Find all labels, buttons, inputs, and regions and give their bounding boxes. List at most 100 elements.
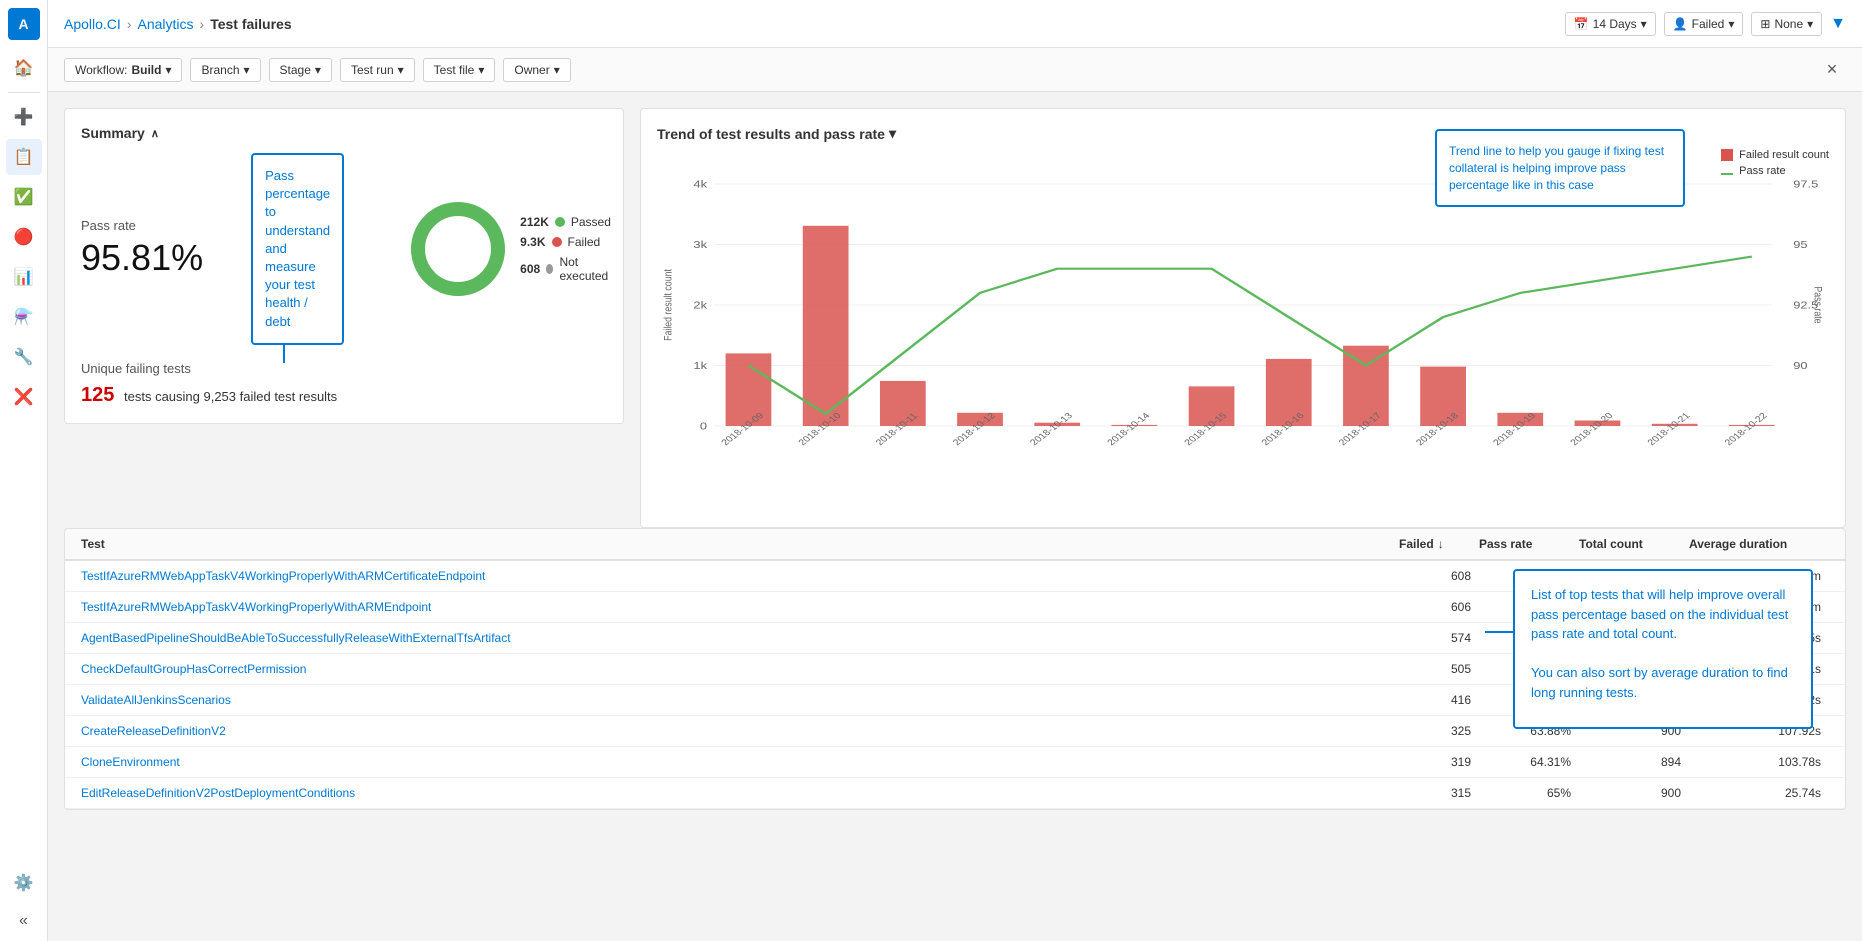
svg-text:2018-10-14: 2018-10-14 bbox=[1105, 411, 1153, 448]
not-executed-count: 608 bbox=[520, 262, 540, 276]
failed-cell: 606 bbox=[1399, 600, 1479, 614]
sidebar-divider bbox=[8, 92, 40, 93]
filterbar: Workflow: Build ▾ Branch ▾ Stage ▾ Test … bbox=[48, 48, 1862, 92]
svg-text:97.5: 97.5 bbox=[1793, 180, 1818, 190]
owner-label: Owner bbox=[514, 63, 549, 77]
legend-failed-label: Failed result count bbox=[1739, 149, 1829, 161]
test-name-cell[interactable]: CheckDefaultGroupHasCorrectPermission bbox=[81, 662, 1399, 676]
main-content: Summary ∧ Pass rate 95.81% Pass percenta… bbox=[48, 92, 1862, 941]
col-passrate-header[interactable]: Pass rate bbox=[1479, 537, 1579, 551]
unique-failing-count: 125 tests causing 9,253 failed test resu… bbox=[81, 384, 607, 407]
chart-dropdown-icon[interactable]: ▾ bbox=[889, 125, 896, 142]
legend-pass-color bbox=[1721, 173, 1733, 175]
failed-cell: 608 bbox=[1399, 569, 1479, 583]
pass-rate-label: Pass rate bbox=[81, 218, 203, 233]
branch-label: Branch bbox=[201, 63, 239, 77]
failed-filter-btn[interactable]: 👤 Failed ▾ bbox=[1664, 12, 1744, 36]
svg-text:Failed result count: Failed result count bbox=[662, 269, 674, 341]
unique-failing-section: Unique failing tests 125 tests causing 9… bbox=[81, 361, 607, 407]
sidebar-item-lab[interactable]: ⚗️ bbox=[6, 299, 42, 335]
branch-filter[interactable]: Branch ▾ bbox=[190, 58, 260, 82]
summary-panel: Summary ∧ Pass rate 95.81% Pass percenta… bbox=[64, 108, 624, 424]
passrate-cell: 65% bbox=[1479, 786, 1579, 800]
app-logo[interactable]: A bbox=[8, 8, 40, 40]
sidebar-item-tests[interactable]: ✅ bbox=[6, 179, 42, 215]
not-executed-dot bbox=[546, 264, 553, 274]
testfile-label: Test file bbox=[434, 63, 475, 77]
breadcrumb-app[interactable]: Apollo.CI bbox=[64, 16, 121, 32]
svg-text:2018-10-21: 2018-10-21 bbox=[1645, 411, 1692, 447]
test-name-cell[interactable]: CloneEnvironment bbox=[81, 755, 1399, 769]
sidebar-item-collapse[interactable]: « bbox=[6, 903, 42, 939]
svg-text:Pass rate: Pass rate bbox=[1811, 286, 1823, 323]
left-panel: Summary ∧ Pass rate 95.81% Pass percenta… bbox=[64, 108, 624, 528]
test-name-cell[interactable]: EditReleaseDefinitionV2PostDeploymentCon… bbox=[81, 786, 1399, 800]
donut-legend: 212K Passed 9.3K Failed 608 bbox=[520, 215, 611, 283]
passed-dot bbox=[555, 217, 565, 227]
sidebar: A 🏠 ➕ 📋 ✅ 🔴 📊 ⚗️ 🔧 ❌ ⚙️ « bbox=[0, 0, 48, 941]
breadcrumb-section[interactable]: Analytics bbox=[137, 16, 193, 32]
chevron-down-icon2: ▾ bbox=[1728, 17, 1734, 31]
passed-label: Passed bbox=[571, 215, 611, 229]
stage-filter[interactable]: Stage ▾ bbox=[269, 58, 332, 82]
sidebar-item-close[interactable]: ❌ bbox=[6, 379, 42, 415]
failed-cell: 574 bbox=[1399, 631, 1479, 645]
not-executed-label: Not executed bbox=[559, 255, 610, 283]
legend-failed-color bbox=[1721, 149, 1733, 161]
sidebar-item-analytics[interactable]: 📊 bbox=[6, 259, 42, 295]
pass-rate-section: Pass rate 95.81% Pass percentage to unde… bbox=[81, 153, 607, 345]
passrate-cell: 64.31% bbox=[1479, 755, 1579, 769]
summary-header[interactable]: Summary ∧ bbox=[81, 125, 607, 141]
testrun-label: Test run bbox=[351, 63, 394, 77]
testrun-filter[interactable]: Test run ▾ bbox=[340, 58, 415, 82]
chart-title-text: Trend of test results and pass rate bbox=[657, 126, 885, 142]
col-avg-header[interactable]: Average duration bbox=[1689, 537, 1829, 551]
chevron-branch: ▾ bbox=[244, 63, 250, 77]
trend-callout: Trend line to help you gauge if fixing t… bbox=[1435, 129, 1685, 207]
test-name-cell[interactable]: TestIfAzureRMWebAppTaskV4WorkingProperly… bbox=[81, 600, 1399, 614]
none-filter-btn[interactable]: ⊞ None ▾ bbox=[1751, 12, 1822, 36]
donut-chart bbox=[408, 199, 508, 299]
total-cell: 900 bbox=[1579, 786, 1689, 800]
test-name-cell[interactable]: ValidateAllJenkinsScenarios bbox=[81, 693, 1399, 707]
owner-filter[interactable]: Owner ▾ bbox=[503, 58, 570, 82]
test-name-cell[interactable]: TestIfAzureRMWebAppTaskV4WorkingProperly… bbox=[81, 569, 1399, 583]
chart-panel: Trend of test results and pass rate ▾ Fa… bbox=[640, 108, 1846, 528]
failed-cell: 315 bbox=[1399, 786, 1479, 800]
chevron-stage: ▾ bbox=[315, 63, 321, 77]
failed-cell: 416 bbox=[1399, 693, 1479, 707]
total-cell: 894 bbox=[1579, 755, 1689, 769]
sidebar-item-pipelines[interactable]: 🔴 bbox=[6, 219, 42, 255]
col-total-header[interactable]: Total count bbox=[1579, 537, 1689, 551]
failed-count: 9.3K bbox=[520, 235, 545, 249]
table-header: Test Failed ↓ Pass rate Total count Aver… bbox=[65, 529, 1845, 561]
test-name-cell[interactable]: CreateReleaseDefinitionV2 bbox=[81, 724, 1399, 738]
top-row: Summary ∧ Pass rate 95.81% Pass percenta… bbox=[64, 108, 1846, 528]
testfile-filter[interactable]: Test file ▾ bbox=[423, 58, 496, 82]
bottom-callout-text1: List of top tests that will help improve… bbox=[1531, 585, 1795, 644]
svg-text:1k: 1k bbox=[693, 361, 707, 371]
pass-rate-value: 95.81% bbox=[81, 237, 203, 279]
trend-chart-svg: 4k 3k 2k 1k 0 97.5 95 92.5 90 Failed res… bbox=[657, 162, 1829, 492]
col-failed-header[interactable]: Failed ↓ bbox=[1399, 537, 1479, 551]
table-row: EditReleaseDefinitionV2PostDeploymentCon… bbox=[65, 778, 1845, 809]
failed-cell: 319 bbox=[1399, 755, 1479, 769]
test-name-cell[interactable]: AgentBasedPipelineShouldBeAbleToSuccessf… bbox=[81, 631, 1399, 645]
right-panel: Trend of test results and pass rate ▾ Fa… bbox=[640, 108, 1846, 528]
sidebar-item-boards[interactable]: 📋 bbox=[6, 139, 42, 175]
close-filterbar-btn[interactable]: × bbox=[1818, 56, 1846, 84]
sidebar-item-settings2[interactable]: 🔧 bbox=[6, 339, 42, 375]
svg-text:0: 0 bbox=[700, 422, 707, 432]
workflow-filter[interactable]: Workflow: Build ▾ bbox=[64, 58, 182, 82]
filter-icon[interactable]: ▼ bbox=[1830, 15, 1846, 33]
sidebar-item-settings[interactable]: ⚙️ bbox=[6, 865, 42, 901]
days-filter-btn[interactable]: 📅 14 Days ▾ bbox=[1565, 12, 1656, 36]
topbar: Apollo.CI › Analytics › Test failures 📅 … bbox=[48, 0, 1862, 48]
unique-count-num: 125 bbox=[81, 384, 114, 406]
sidebar-item-add[interactable]: ➕ bbox=[6, 99, 42, 135]
svg-text:90: 90 bbox=[1793, 361, 1807, 371]
calendar-icon: 📅 bbox=[1574, 17, 1589, 31]
sidebar-item-home[interactable]: 🏠 bbox=[6, 50, 42, 86]
failed-label: Failed bbox=[1692, 17, 1725, 31]
table-row: CloneEnvironment 319 64.31% 894 103.78s bbox=[65, 747, 1845, 778]
